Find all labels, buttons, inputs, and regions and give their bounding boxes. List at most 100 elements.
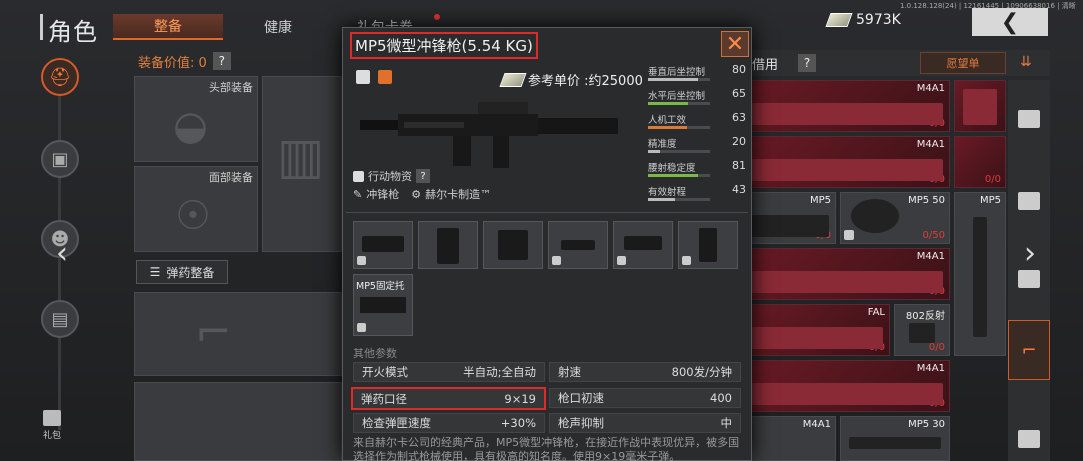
case-icon[interactable]: ▤ [41, 300, 79, 338]
face-slot[interactable]: 面部装备 ☉ [134, 166, 258, 252]
cube-icon [844, 230, 854, 240]
list-item[interactable]: M4A10/0 [744, 360, 950, 412]
attachment-slot[interactable] [418, 221, 478, 269]
title-accent [40, 14, 43, 40]
attachment-slot[interactable] [548, 221, 608, 269]
sort-icon[interactable]: ⇊ [1020, 54, 1032, 70]
list-item[interactable]: M4A10/0 [744, 80, 950, 132]
handguard-icon [624, 236, 662, 250]
list-item[interactable]: MP5 [954, 192, 1006, 356]
wishlist-button[interactable]: 愿望单 [920, 52, 1006, 74]
item-name: FAL [867, 307, 885, 318]
stat-bar [648, 198, 675, 201]
list-item[interactable] [954, 80, 1006, 132]
ammo-loadout-button[interactable]: ☰ 弹药整备 [136, 260, 228, 284]
param-value: 9×19 [504, 391, 536, 406]
list-icon: ☰ [149, 265, 161, 279]
gear-icon[interactable] [356, 70, 370, 84]
back-button[interactable]: ❮ [972, 8, 1048, 36]
param-label: 检查弹匣速度 [362, 416, 431, 430]
head-slot[interactable]: 头部装备 ◒ [134, 76, 258, 162]
backpack-icon[interactable]: ▣ [41, 140, 79, 178]
secondary-weapon-slot[interactable] [134, 382, 342, 461]
stat-label: 腰射稳定度 [648, 163, 696, 174]
param-value: 半自动;全自动 [463, 365, 536, 379]
list-item[interactable]: FAL0/0 [744, 304, 890, 356]
container-icon[interactable] [1018, 270, 1040, 288]
list-item[interactable]: 0/0 [954, 136, 1006, 188]
head-slot-label: 头部装备 [209, 81, 253, 94]
attachment-slot[interactable] [613, 221, 673, 269]
vertical-grip-icon [699, 228, 717, 262]
list-item[interactable]: M4A10/0 [744, 136, 950, 188]
stat-value: 80 [732, 63, 746, 76]
list-item[interactable]: 802反射 0/0 [894, 304, 950, 356]
stat-row: 垂直后坐控制 80 [644, 60, 750, 84]
storage-icon[interactable] [1018, 192, 1040, 210]
list-item[interactable]: M4A10/0 [744, 248, 950, 300]
currency-display: 5973K [825, 12, 901, 28]
home-icon[interactable] [1018, 110, 1040, 128]
item-name: 802反射 [905, 311, 945, 322]
cube-icon [552, 256, 561, 265]
chevron-left-icon[interactable]: ‹ [56, 236, 68, 271]
param-row-caliber: 弹药口径 9×19 [351, 387, 546, 410]
stat-row: 有效射程 43 [644, 180, 750, 204]
barrel-icon [561, 240, 595, 250]
param-row: 检查弹匣速度 +30% [353, 413, 545, 433]
clothing-icon[interactable] [1018, 430, 1040, 448]
item-name: MP5 [809, 195, 831, 206]
storage-help-icon[interactable]: ? [798, 54, 816, 72]
attachment-slot-stock[interactable]: MP5固定托 [353, 274, 413, 336]
weapon-filter-icon[interactable]: ⌐ [1008, 320, 1050, 380]
attachment-slot[interactable] [678, 221, 738, 269]
body-slot[interactable]: ▥ [262, 76, 342, 252]
stock-icon [963, 89, 997, 125]
storage-header: 借用 ? 愿望单 ⇊ [744, 50, 1050, 76]
tab-health[interactable]: 健康 [226, 14, 330, 40]
cube-icon [357, 323, 366, 332]
gift-button[interactable]: 礼包 [38, 410, 66, 446]
attachment-slot[interactable] [353, 221, 413, 269]
param-row: 枪声抑制 中 [549, 413, 741, 433]
item-name: M4A1 [916, 251, 945, 262]
item-title: MP5微型冲锋枪(5.54 KG) [350, 32, 538, 59]
attachment-slot[interactable] [483, 221, 543, 269]
stock-label: MP5固定托 [356, 281, 405, 292]
stat-value: 63 [732, 111, 746, 124]
chevron-right-icon[interactable]: › [1024, 236, 1036, 271]
grip-icon [498, 230, 528, 260]
stat-label: 精准度 [648, 139, 677, 150]
page-title: 角色 [48, 18, 98, 46]
item-count: 0/0 [928, 342, 945, 353]
tab-loadout[interactable]: 整备 [113, 14, 223, 40]
stat-row: 人机工效 63 [644, 108, 750, 132]
item-name: M4A1 [802, 419, 831, 430]
share-icon[interactable] [378, 70, 392, 84]
tag-class-label: 冲锋枪 [366, 188, 400, 201]
primary-weapon-slot[interactable]: ⌐ [134, 292, 342, 376]
param-value: 800发/分钟 [671, 365, 732, 379]
list-item[interactable]: M4A1 [744, 416, 836, 461]
tag-help-icon[interactable]: ? [416, 169, 430, 183]
back-arrow-icon: ❮ [1000, 9, 1020, 35]
param-label: 射速 [558, 365, 581, 379]
list-item[interactable]: MP5 30 [840, 416, 950, 461]
notification-dot [434, 14, 440, 20]
list-item[interactable]: MP5 50 0/50 [840, 192, 950, 244]
help-icon[interactable]: ? [212, 52, 231, 70]
close-button[interactable]: ✕ [721, 31, 749, 57]
cash-icon [825, 13, 853, 27]
param-value: +30% [500, 416, 536, 430]
list-item[interactable]: MP50/0 [744, 192, 836, 244]
helmet-icon[interactable]: ⛑ [41, 58, 79, 96]
cube-icon [617, 256, 626, 265]
attachment-icon [362, 236, 404, 252]
stat-value: 65 [732, 87, 746, 100]
rifle-icon [751, 271, 943, 293]
magazine-icon [849, 437, 941, 449]
item-description: 来自赫尔卡公司的经典产品，MP5微型冲锋枪，在接近作战中表现优异，被多国选择作为… [353, 436, 740, 461]
rifle-icon [751, 383, 943, 405]
cube-icon [353, 170, 364, 182]
tag-class: ✎ 冲锋枪 ⚙ 赫尔卡制造™ [353, 186, 491, 202]
